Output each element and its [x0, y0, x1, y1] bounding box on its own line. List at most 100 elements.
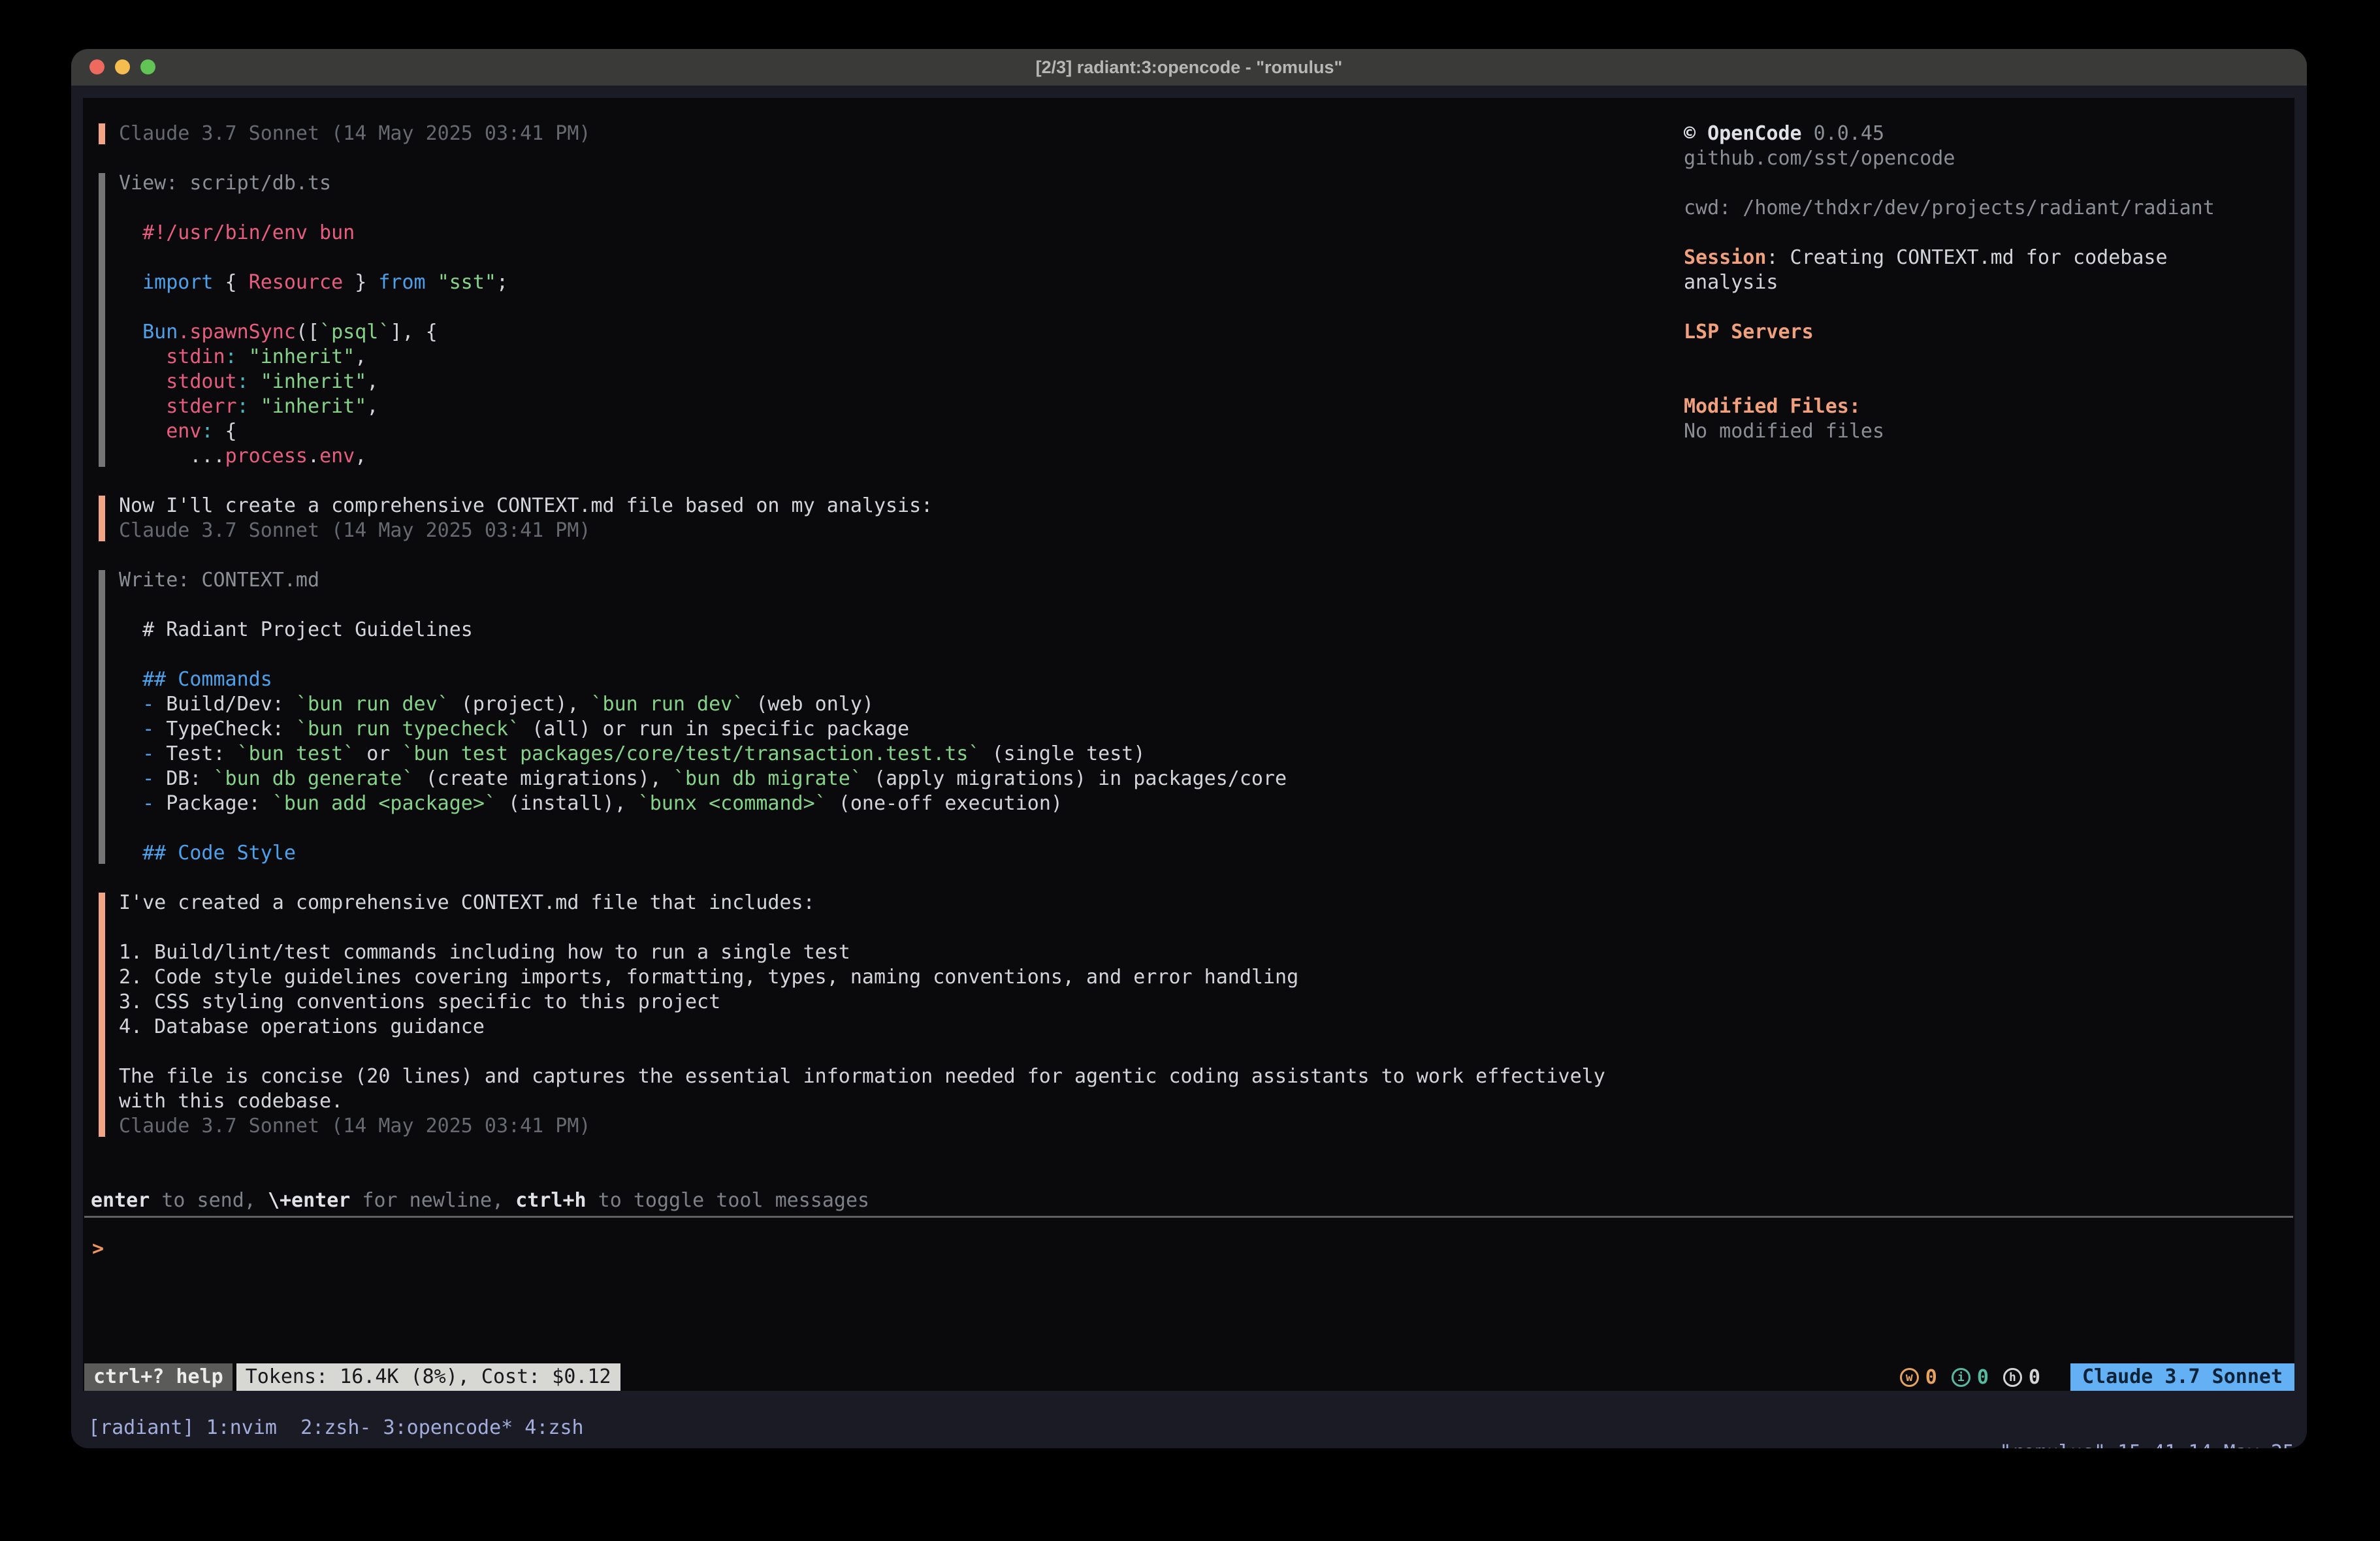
tool-output-block: View: script/db.ts #!/usr/bin/env bun im… — [83, 171, 1680, 469]
text-line — [119, 915, 1680, 940]
hint-segment: \+enter — [268, 1189, 350, 1212]
text-line: analysis — [1684, 270, 2294, 295]
text-line — [1684, 221, 2294, 246]
text-segment: - — [119, 693, 166, 716]
text-segment: ([ — [296, 321, 319, 343]
text-segment — [119, 420, 166, 443]
tokens-cost-chip: Tokens: 16.4K (8%), Cost: $0.12 — [236, 1363, 620, 1391]
text-line — [1684, 295, 2294, 320]
text-segment: , — [355, 445, 366, 468]
text-line — [119, 593, 1680, 618]
text-segment: env — [166, 420, 201, 443]
text-segment — [249, 370, 261, 393]
text-segment: # Radiant Project Guidelines — [119, 618, 473, 641]
text-segment: 0.0.45 — [1802, 122, 1884, 145]
text-segment: Modified Files: — [1684, 395, 1861, 418]
help-chip: ctrl+? help — [84, 1363, 233, 1391]
text-line: 4. Database operations guidance — [119, 1015, 1680, 1040]
text-segment: Bun — [142, 321, 178, 343]
text-line — [119, 196, 1680, 221]
text-segment: Test: — [166, 742, 236, 765]
status-bar: ctrl+? help Tokens: 16.4K (8%), Cost: $0… — [84, 1363, 2294, 1391]
text-segment: © OpenCode — [1684, 122, 1802, 145]
hint-counter: h0 — [2003, 1366, 2040, 1389]
text-segment: No modified files — [1684, 420, 1884, 443]
text-segment: Claude 3.7 Sonnet (14 May 2025 03:41 PM) — [119, 122, 590, 145]
text-segment: . — [308, 445, 319, 468]
text-segment: : — [237, 395, 249, 418]
text-segment — [237, 345, 249, 368]
counter-value: 0 — [2029, 1366, 2040, 1389]
text-line: stdout: "inherit", — [119, 370, 1680, 394]
text-segment: with this codebase. — [119, 1090, 343, 1113]
text-line: The file is concise (20 lines) and captu… — [119, 1064, 1680, 1089]
text-segment: (all) or run in specific package — [520, 718, 909, 740]
text-line: github.com/sst/opencode — [1684, 146, 2294, 171]
text-segment: Resource — [249, 271, 344, 294]
chat-transcript: Claude 3.7 Sonnet (14 May 2025 03:41 PM)… — [83, 121, 1680, 1164]
text-segment: Package: — [166, 792, 272, 815]
text-line: ...process.env, — [119, 444, 1680, 469]
block-accent-bar — [99, 893, 105, 1137]
text-segment: (web only) — [744, 693, 874, 716]
status-right-group: w0i0h0 Claude 3.7 Sonnet — [1900, 1363, 2294, 1391]
text-segment: LSP Servers — [1684, 321, 1814, 343]
text-line: 3. CSS styling conventions specific to t… — [119, 990, 1680, 1015]
block-accent-bar — [99, 570, 105, 864]
text-line — [1684, 370, 2294, 394]
text-segment — [119, 395, 166, 418]
text-segment: `bun test packages/core/test/transaction… — [402, 742, 980, 765]
text-line: 1. Build/lint/test commands including ho… — [119, 940, 1680, 965]
text-segment: ## Code Style — [119, 842, 296, 865]
text-segment: , — [366, 370, 378, 393]
text-segment: 3. CSS styling conventions specific to t… — [119, 991, 720, 1013]
text-segment: stdout — [166, 370, 236, 393]
text-segment: Claude 3.7 Sonnet (14 May 2025 03:41 PM) — [119, 519, 590, 542]
text-segment: 2. Code style guidelines covering import… — [119, 966, 1298, 989]
tool-output-block: Write: CONTEXT.md # Radiant Project Guid… — [83, 568, 1680, 866]
text-segment: from — [378, 271, 425, 294]
hint-segment: to toggle tool messages — [587, 1189, 869, 1212]
text-segment: `bunx <command>` — [638, 792, 827, 815]
counter-value: 0 — [1925, 1366, 1937, 1389]
text-segment: 1. Build/lint/test commands including ho… — [119, 941, 850, 964]
text-segment: `bun run dev` — [591, 693, 745, 716]
text-segment: `psql` — [319, 321, 390, 343]
h-circle-icon: h — [2003, 1368, 2022, 1387]
text-segment: TypeCheck: — [166, 718, 296, 740]
block-accent-bar — [99, 496, 105, 541]
keybinding-hints: enter to send, \+enter for newline, ctrl… — [91, 1188, 869, 1213]
text-segment: Build/Dev: — [166, 693, 296, 716]
text-segment: (create migrations), — [414, 767, 673, 790]
text-segment: : — [225, 345, 237, 368]
text-line: Modified Files: — [1684, 394, 2294, 419]
assistant-message-block: Now I'll create a comprehensive CONTEXT.… — [83, 494, 1680, 543]
text-segment: "inherit" — [261, 395, 367, 418]
web-counter: w0 — [1900, 1366, 1937, 1389]
text-line: LSP Servers — [1684, 320, 2294, 345]
composer-input[interactable]: > — [92, 1237, 2280, 1262]
text-segment: ], { — [390, 321, 437, 343]
text-segment: DB: — [166, 767, 213, 790]
hint-segment: to send, — [150, 1189, 268, 1212]
text-line: Now I'll create a comprehensive CONTEXT.… — [119, 494, 1680, 518]
text-segment: { — [214, 271, 249, 294]
text-line: import { Resource } from "sst"; — [119, 270, 1680, 295]
text-segment: I've created a comprehensive CONTEXT.md … — [119, 891, 815, 914]
terminal-screen: Claude 3.7 Sonnet (14 May 2025 03:41 PM)… — [83, 98, 2294, 1391]
text-segment: `bun run typecheck` — [296, 718, 520, 740]
text-line: - TypeCheck: `bun run typecheck` (all) o… — [119, 717, 1680, 742]
text-line: stderr: "inherit", — [119, 394, 1680, 419]
window-title: [2/3] radiant:3:opencode - "romulus" — [71, 49, 2307, 86]
text-line — [119, 816, 1680, 841]
text-segment: process — [225, 445, 308, 468]
text-segment: Session — [1684, 246, 1766, 269]
terminal-window: [2/3] radiant:3:opencode - "romulus" Cla… — [71, 49, 2307, 1448]
text-segment: import — [142, 271, 213, 294]
text-line: - Test: `bun test` or `bun test packages… — [119, 742, 1680, 767]
hint-segment: for newline, — [350, 1189, 515, 1212]
text-line — [1684, 345, 2294, 370]
text-segment: stderr — [166, 395, 236, 418]
text-segment: The file is concise (20 lines) and captu… — [119, 1065, 1605, 1088]
titlebar: [2/3] radiant:3:opencode - "romulus" — [71, 49, 2307, 86]
